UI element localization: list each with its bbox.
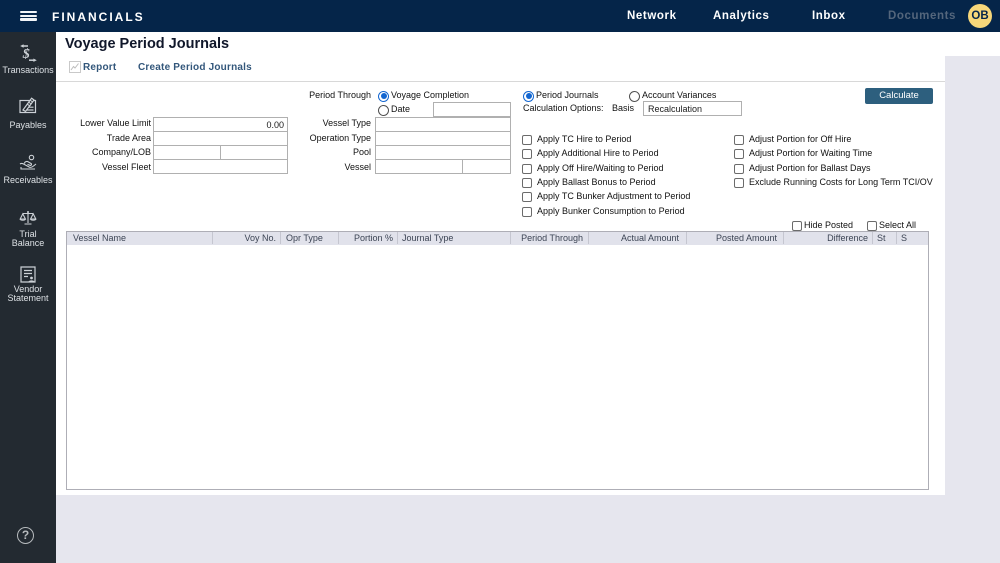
svg-text:$: $ xyxy=(22,47,30,62)
